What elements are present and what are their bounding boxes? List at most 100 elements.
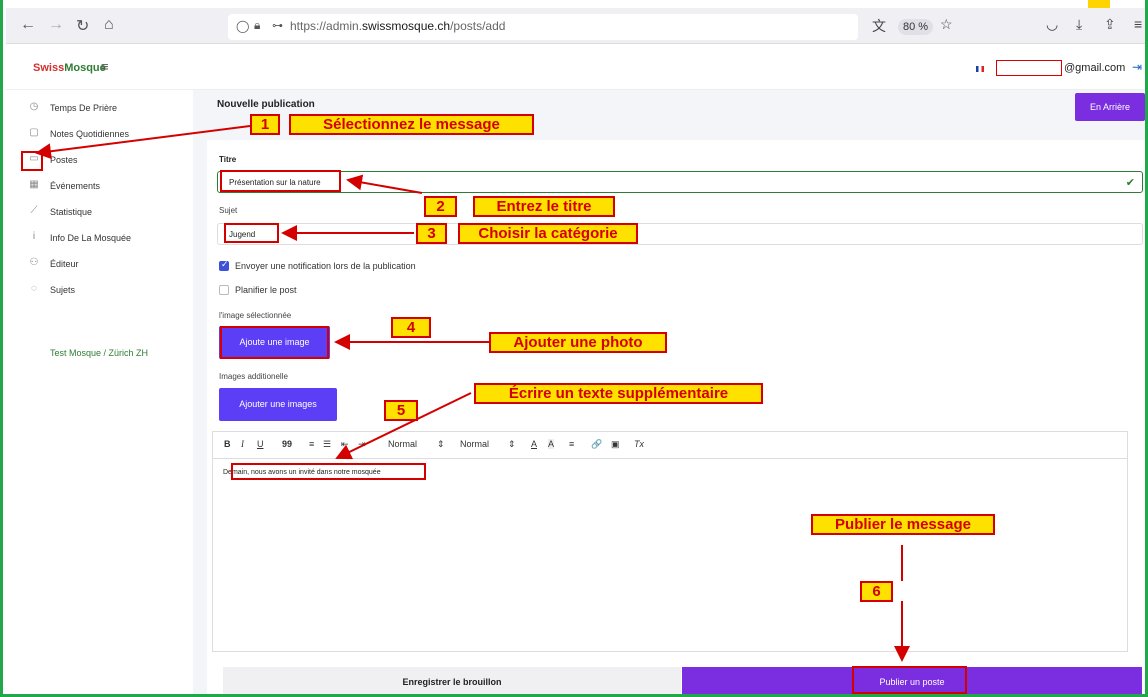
- title-highlight-box: [220, 170, 341, 192]
- app-header: SwissMosque ≡ @gmail.com ⇥: [6, 45, 1145, 90]
- sidebar-item-events[interactable]: ▦ Événements: [6, 176, 193, 196]
- text-color-button[interactable]: A: [531, 439, 537, 449]
- checkmark-icon: ✔: [1125, 177, 1135, 189]
- annotation-label-2: Entrez le titre: [473, 196, 615, 217]
- star-icon[interactable]: ☆: [940, 16, 953, 33]
- clear-format-button[interactable]: Tx: [634, 439, 644, 449]
- sidebar-item-label: Temps De Prière: [50, 103, 118, 113]
- outdent-button[interactable]: ⇤: [341, 439, 349, 450]
- annotation-number-2: 2: [424, 196, 457, 217]
- background-color-button[interactable]: A: [548, 439, 555, 449]
- chart-icon: ⟋: [30, 205, 38, 216]
- sidebar-item-label: Sujets: [50, 285, 76, 295]
- user-email: @gmail.com: [1064, 62, 1126, 74]
- share-icon[interactable]: ⇪: [1104, 16, 1116, 33]
- sidebar-item-statistics[interactable]: ⟋ Statistique: [6, 202, 193, 222]
- annotation-number-3: 3: [416, 223, 447, 244]
- sidebar-item-label: Notes Quotidiennes: [50, 129, 130, 139]
- screenshot-frame: ← → ↻ ⌂ ◯ 🔒︎ ⊶ https://admin.swissmosque…: [0, 0, 1148, 697]
- add-image-highlight-box: [220, 326, 329, 359]
- notify-label: Envoyer une notification lors de la publ…: [235, 261, 416, 271]
- header-select[interactable]: Normal: [460, 439, 489, 449]
- font-size-select[interactable]: Normal: [388, 439, 417, 449]
- sidebar-item-daily-notes[interactable]: ▢ Notes Quotidiennes: [6, 124, 193, 144]
- hamburger-icon[interactable]: ≡: [101, 59, 109, 74]
- key-icon: ⊶: [272, 20, 283, 32]
- users-icon: ⚇: [29, 257, 39, 268]
- subject-select[interactable]: Jugend: [217, 223, 1143, 245]
- reload-icon[interactable]: ↻: [76, 16, 89, 36]
- url-bar[interactable]: ◯ 🔒︎ ⊶ https://admin.swissmosque.ch/post…: [228, 14, 858, 40]
- italic-button[interactable]: I: [241, 439, 244, 449]
- ordered-list-button[interactable]: ≡: [309, 439, 314, 449]
- editor-toolbar: B I U 99 ≡ ☰ ⇤ ⇥ Normal ⇕ Normal ⇕ A A ≡…: [213, 432, 1127, 459]
- page-title: Nouvelle publication: [217, 99, 315, 110]
- sidebar-item-editor[interactable]: ⚇ Éditeur: [6, 254, 193, 274]
- forward-arrow-icon[interactable]: →: [48, 16, 64, 34]
- home-icon[interactable]: ⌂: [104, 16, 114, 34]
- caption-highlight: [1088, 0, 1110, 8]
- annotation-label-3: Choisir la catégorie: [458, 223, 638, 244]
- align-button[interactable]: ≡: [569, 439, 574, 449]
- annotation-label-1: Sélectionnez le message: [289, 114, 534, 135]
- schedule-checkbox[interactable]: [219, 285, 229, 295]
- back-button[interactable]: En Arrière: [1075, 93, 1145, 121]
- add-images-button[interactable]: Ajouter une images: [219, 388, 337, 421]
- download-icon[interactable]: ⤓: [1076, 16, 1082, 33]
- annotation-label-4: Ajouter une photo: [489, 332, 667, 353]
- logout-icon[interactable]: ⇥: [1132, 60, 1142, 74]
- notify-checkbox[interactable]: [219, 259, 229, 271]
- sidebar-item-label: Info De La Mosquée: [50, 233, 132, 243]
- french-flag-icon[interactable]: [976, 66, 984, 72]
- sidebar-item-label: Éditeur: [50, 259, 79, 269]
- menu-icon[interactable]: ≡: [1134, 16, 1142, 32]
- annotation-number-1: 1: [250, 114, 280, 135]
- email-redacted-box: [996, 60, 1062, 76]
- sidebar-item-label: Statistique: [50, 207, 93, 217]
- pocket-icon[interactable]: ◡: [1046, 16, 1058, 33]
- sidebar-item-mosque-info[interactable]: i Info De La Mosquée: [6, 228, 193, 248]
- publish-highlight-box: [852, 666, 967, 694]
- save-draft-button[interactable]: Enregistrer le brouillon: [223, 667, 681, 694]
- clock-icon: ◷: [29, 101, 39, 112]
- info-icon: i: [32, 231, 36, 242]
- schedule-label: Planifier le post: [235, 285, 297, 295]
- translate-icon[interactable]: 文: [872, 16, 886, 36]
- sidebar-item-prayer-times[interactable]: ◷ Temps De Prière: [6, 98, 193, 118]
- browser-toolbar: ← → ↻ ⌂ ◯ 🔒︎ ⊶ https://admin.swissmosque…: [6, 8, 1145, 44]
- subject-label: Sujet: [219, 206, 238, 215]
- additional-images-label: Images additionelle: [219, 372, 288, 381]
- selected-image-label: l'image sélectionnée: [219, 311, 292, 320]
- annotation-number-6: 6: [860, 581, 893, 602]
- sidebar-item-label: Événements: [50, 181, 101, 191]
- sidebar-item-label: Postes: [50, 155, 78, 165]
- annotation-number-5: 5: [384, 400, 418, 421]
- shield-icon: ◯: [236, 19, 250, 33]
- zoom-level[interactable]: 80 %: [898, 19, 934, 35]
- editor-text-highlight-box: [231, 463, 426, 480]
- annotation-number-4: 4: [391, 317, 431, 338]
- quote-button[interactable]: 99: [282, 439, 292, 449]
- bullet-list-button[interactable]: ☰: [323, 439, 331, 450]
- app-logo[interactable]: SwissMosque: [33, 62, 106, 74]
- image-insert-icon[interactable]: ▣: [611, 439, 620, 450]
- chat-icon: ◌: [31, 283, 37, 294]
- url-text: https://admin.swissmosque.ch/posts/add: [290, 19, 506, 33]
- bold-button[interactable]: B: [224, 439, 231, 449]
- underline-button[interactable]: U: [257, 439, 264, 449]
- mosque-name: Test Mosque / Zürich ZH: [50, 348, 149, 358]
- calendar-icon: ▦: [29, 179, 39, 190]
- title-input[interactable]: Présentation sur la nature ✔: [217, 171, 1143, 193]
- note-icon: ▢: [29, 127, 39, 138]
- chevron-updown-icon: ⇕: [508, 439, 516, 449]
- sidebar-item-subjects[interactable]: ◌ Sujets: [6, 280, 193, 300]
- chevron-updown-icon: ⇕: [437, 439, 445, 449]
- posts-highlight-box: [21, 151, 43, 171]
- lock-icon: 🔒︎: [254, 18, 261, 32]
- subject-highlight-box: [224, 223, 279, 243]
- indent-button[interactable]: ⇥: [358, 439, 366, 450]
- caption-strip: [3, 0, 1145, 8]
- sidebar: ◷ Temps De Prière ▢ Notes Quotidiennes ▭…: [6, 90, 193, 694]
- back-arrow-icon[interactable]: ←: [20, 16, 36, 34]
- link-icon[interactable]: 🔗: [591, 439, 602, 450]
